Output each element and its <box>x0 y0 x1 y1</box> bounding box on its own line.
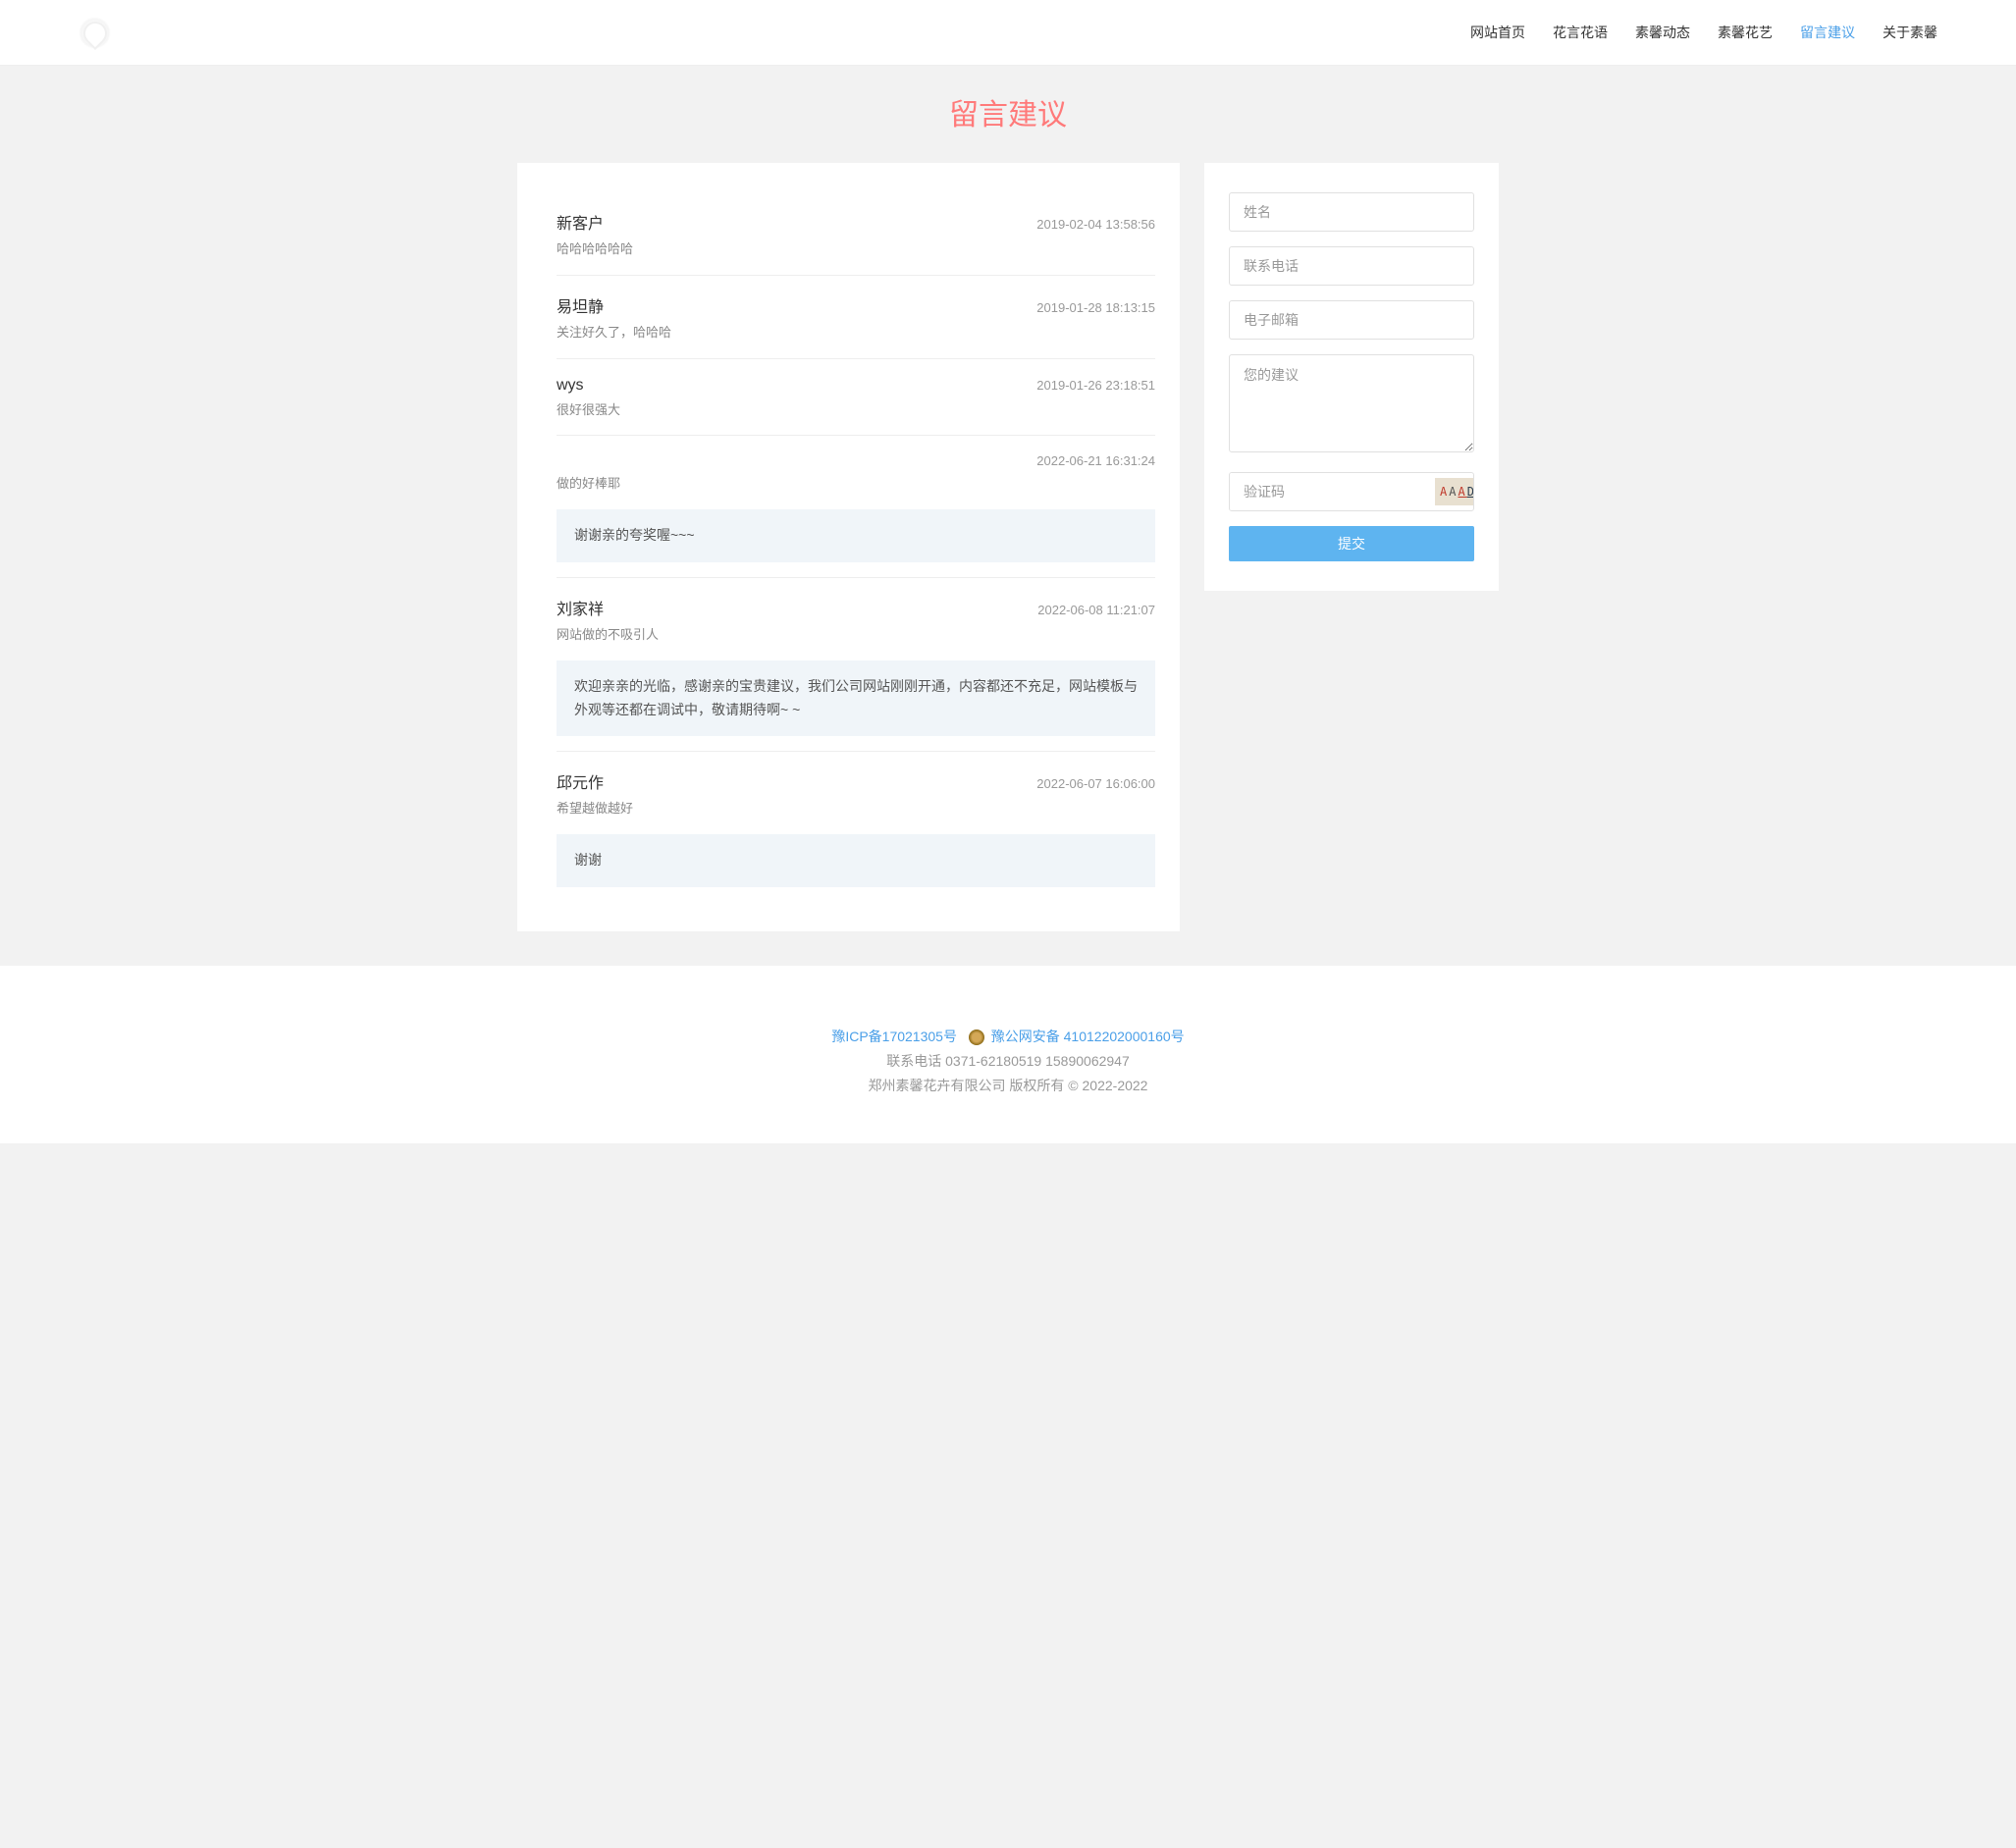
captcha-char: D <box>1467 485 1474 499</box>
message-reply: 谢谢 <box>557 834 1155 887</box>
message-author: 易坦静 <box>557 293 604 317</box>
name-input[interactable] <box>1229 192 1474 232</box>
captcha-char: A <box>1458 485 1466 499</box>
feedback-form: A A A D 提交 <box>1204 163 1499 591</box>
nav-about[interactable]: 关于素馨 <box>1883 18 1937 47</box>
message-reply: 谢谢亲的夸奖喔~~~ <box>557 509 1155 562</box>
captcha-row: A A A D <box>1229 472 1474 511</box>
email-input[interactable] <box>1229 300 1474 340</box>
message-content: 网站做的不吸引人 <box>557 625 1155 646</box>
captcha-char: A <box>1449 485 1458 499</box>
main-nav: 网站首页 花言花语 素馨动态 素馨花艺 留言建议 关于素馨 <box>1470 18 1937 47</box>
logo-icon <box>79 17 111 49</box>
message-content: 哈哈哈哈哈哈 <box>557 239 1155 260</box>
message-item: 新客户 2019-02-04 13:58:56 哈哈哈哈哈哈 <box>557 192 1155 276</box>
footer-copyright: 郑州素馨花卉有限公司 版权所有 © 2022-2022 <box>0 1074 2016 1098</box>
message-item: 刘家祥 2022-06-08 11:21:07 网站做的不吸引人 欢迎亲亲的光临… <box>557 578 1155 752</box>
message-reply: 欢迎亲亲的光临，感谢亲的宝贵建议，我们公司网站刚刚开通，内容都还不充足，网站模板… <box>557 660 1155 737</box>
footer: 豫ICP备17021305号 豫公网安备 41012202000160号 联系电… <box>0 966 2016 1143</box>
message-item: 2022-06-21 16:31:24 做的好棒耶 谢谢亲的夸奖喔~~~ <box>557 436 1155 578</box>
message-author: 新客户 <box>557 210 604 234</box>
message-author: 刘家祥 <box>557 596 604 619</box>
footer-links: 豫ICP备17021305号 豫公网安备 41012202000160号 <box>0 1025 2016 1049</box>
header: 网站首页 花言花语 素馨动态 素馨花艺 留言建议 关于素馨 <box>0 0 2016 66</box>
nav-home[interactable]: 网站首页 <box>1470 18 1525 47</box>
captcha-char: A <box>1440 485 1449 499</box>
message-item: 易坦静 2019-01-28 18:13:15 关注好久了，哈哈哈 <box>557 276 1155 359</box>
suggestion-textarea[interactable] <box>1229 354 1474 452</box>
icp-link[interactable]: 豫ICP备17021305号 <box>831 1029 957 1044</box>
page-title: 留言建议 <box>0 90 2016 133</box>
messages-panel: 新客户 2019-02-04 13:58:56 哈哈哈哈哈哈 易坦静 2019-… <box>517 163 1180 931</box>
message-content: 希望越做越好 <box>557 799 1155 819</box>
gongan-link[interactable]: 豫公网安备 41012202000160号 <box>991 1029 1185 1044</box>
message-author: wys <box>557 377 584 395</box>
message-date: 2019-02-04 13:58:56 <box>1036 217 1155 232</box>
message-content: 关注好久了，哈哈哈 <box>557 323 1155 343</box>
nav-feedback[interactable]: 留言建议 <box>1800 18 1855 47</box>
message-content: 很好很强大 <box>557 400 1155 421</box>
message-author: 邱元作 <box>557 769 604 793</box>
nav-floral-art[interactable]: 素馨花艺 <box>1718 18 1773 47</box>
nav-flower-words[interactable]: 花言花语 <box>1553 18 1608 47</box>
message-item: wys 2019-01-26 23:18:51 很好很强大 <box>557 359 1155 437</box>
footer-contact: 联系电话 0371-62180519 15890062947 <box>0 1049 2016 1074</box>
message-date: 2019-01-28 18:13:15 <box>1036 300 1155 315</box>
captcha-image[interactable]: A A A D <box>1435 478 1474 505</box>
page-title-section: 留言建议 <box>0 66 2016 163</box>
captcha-input[interactable] <box>1230 473 1435 510</box>
message-date: 2022-06-08 11:21:07 <box>1037 603 1155 617</box>
nav-news[interactable]: 素馨动态 <box>1635 18 1690 47</box>
phone-input[interactable] <box>1229 246 1474 286</box>
message-item: 邱元作 2022-06-07 16:06:00 希望越做越好 谢谢 <box>557 752 1155 902</box>
content-area: 新客户 2019-02-04 13:58:56 哈哈哈哈哈哈 易坦静 2019-… <box>517 163 1499 966</box>
message-date: 2022-06-07 16:06:00 <box>1036 776 1155 791</box>
submit-button[interactable]: 提交 <box>1229 526 1474 561</box>
message-date: 2019-01-26 23:18:51 <box>1036 378 1155 393</box>
message-content: 做的好棒耶 <box>557 474 1155 495</box>
message-date: 2022-06-21 16:31:24 <box>1036 453 1155 468</box>
gongan-badge-icon <box>969 1030 984 1045</box>
